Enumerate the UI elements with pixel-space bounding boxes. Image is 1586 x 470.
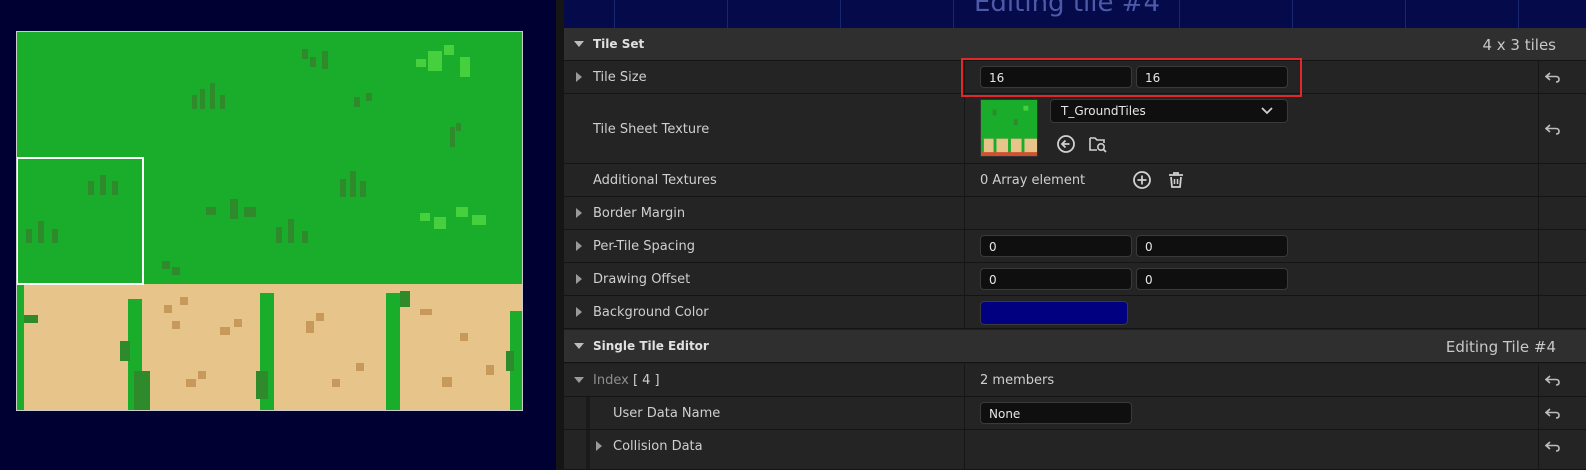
spacing-y-input[interactable]: 0 bbox=[1136, 235, 1288, 257]
tile-count-info: 4 x 3 tiles bbox=[1482, 36, 1556, 54]
category-tile-set[interactable]: Tile Set 4 x 3 tiles bbox=[564, 28, 1586, 61]
caret-down-icon[interactable] bbox=[573, 38, 585, 50]
row-border-margin: Border Margin bbox=[564, 197, 1586, 230]
array-element-count: 0 Array element bbox=[980, 173, 1086, 188]
offset-x-input[interactable]: 0 bbox=[980, 268, 1132, 290]
caret-down-icon[interactable] bbox=[573, 340, 585, 352]
spacing-x-input[interactable]: 0 bbox=[980, 235, 1132, 257]
details-header: Editing tile #4 bbox=[564, 0, 1586, 28]
tile-size-highlight bbox=[961, 58, 1302, 97]
index-value: [ 4 ] bbox=[632, 373, 660, 388]
caret-right-icon[interactable] bbox=[573, 71, 585, 83]
category-single-tile-editor[interactable]: Single Tile Editor Editing Tile #4 bbox=[564, 330, 1586, 363]
row-background-color: Background Color bbox=[564, 296, 1586, 329]
property-label: Background Color bbox=[593, 305, 709, 320]
members-count: 2 members bbox=[980, 373, 1055, 388]
property-label: Tile Size bbox=[593, 70, 647, 85]
panel-splitter[interactable] bbox=[556, 0, 564, 470]
texture-asset-dropdown[interactable]: T_GroundTiles bbox=[1050, 99, 1288, 123]
caret-down-icon[interactable] bbox=[573, 374, 585, 386]
texture-thumbnail[interactable] bbox=[980, 99, 1038, 157]
property-label: Collision Data bbox=[613, 439, 703, 454]
reset-arrow-icon[interactable] bbox=[1545, 121, 1561, 137]
chevron-down-icon bbox=[1261, 107, 1273, 115]
property-label: User Data Name bbox=[613, 406, 721, 421]
row-additional-textures: Additional Textures 0 Array element bbox=[564, 164, 1586, 197]
property-label: Tile Sheet Texture bbox=[593, 122, 710, 137]
caret-right-icon[interactable] bbox=[573, 273, 585, 285]
row-user-data-name: User Data Name None bbox=[564, 397, 1586, 430]
property-label: Additional Textures bbox=[593, 173, 717, 188]
trash-icon[interactable] bbox=[1166, 170, 1186, 190]
offset-y-input[interactable]: 0 bbox=[1136, 268, 1288, 290]
reset-arrow-icon[interactable] bbox=[1545, 372, 1561, 388]
row-collision-data: Collision Data bbox=[564, 430, 1586, 470]
caret-right-icon[interactable] bbox=[593, 440, 605, 452]
editing-tile-info: Editing Tile #4 bbox=[1445, 338, 1556, 356]
plus-circle-icon[interactable] bbox=[1132, 170, 1152, 190]
row-per-tile-spacing: Per-Tile Spacing 0 0 bbox=[564, 230, 1586, 263]
category-label: Tile Set bbox=[593, 37, 645, 51]
tile-viewport[interactable] bbox=[0, 0, 556, 470]
user-data-name-input[interactable]: None bbox=[980, 402, 1132, 424]
property-label: Drawing Offset bbox=[593, 272, 691, 287]
category-label: Single Tile Editor bbox=[593, 339, 709, 353]
background-color-swatch[interactable] bbox=[980, 301, 1128, 325]
details-panel: Editing tile #4 Tile Set 4 x 3 tiles Til… bbox=[564, 0, 1586, 470]
reset-arrow-icon[interactable] bbox=[1545, 438, 1561, 454]
row-index: Index [ 4 ] 2 members bbox=[564, 364, 1586, 397]
arrow-left-circle-icon[interactable] bbox=[1056, 134, 1076, 154]
tile-set-canvas[interactable] bbox=[16, 31, 523, 411]
caret-right-icon[interactable] bbox=[573, 306, 585, 318]
index-label: Index [ 4 ] bbox=[593, 373, 660, 388]
browse-folder-icon[interactable] bbox=[1088, 134, 1108, 154]
caret-right-icon[interactable] bbox=[573, 207, 585, 219]
property-label: Border Margin bbox=[593, 206, 686, 221]
row-drawing-offset: Drawing Offset 0 0 bbox=[564, 263, 1586, 296]
texture-asset-name: T_GroundTiles bbox=[1061, 104, 1146, 118]
index-label-text: Index bbox=[593, 373, 629, 388]
header-title: Editing tile #4 bbox=[974, 0, 1161, 18]
row-tile-sheet-texture: Tile Sheet Texture T_GroundTiles bbox=[564, 94, 1586, 164]
reset-arrow-icon[interactable] bbox=[1545, 69, 1561, 85]
reset-arrow-icon[interactable] bbox=[1545, 405, 1561, 421]
caret-right-icon[interactable] bbox=[573, 240, 585, 252]
property-label: Per-Tile Spacing bbox=[593, 239, 696, 254]
